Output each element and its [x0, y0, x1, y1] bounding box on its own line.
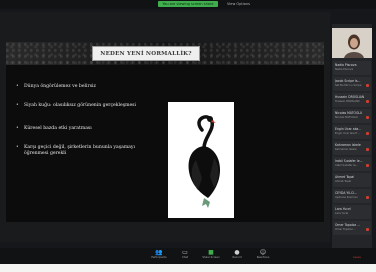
participant-name: CEYDA YILCI... — [335, 191, 357, 195]
participant-row[interactable]: Hussein DROSLIAN Hussein DROSLIAN — [333, 93, 371, 107]
share-screen-label: Share Screen — [202, 256, 220, 259]
leave-label: Leave — [353, 256, 361, 259]
muted-mic-icon — [366, 164, 369, 167]
participant-row[interactable]: Engin Ucar aka... Engin Ucar aka E... — [333, 125, 371, 139]
muted-mic-icon — [366, 148, 369, 151]
chat-label: Chat — [181, 256, 189, 259]
muted-mic-icon — [366, 196, 369, 199]
participant-sub: Omer Topaloz ... — [335, 228, 356, 231]
participant-row[interactable]: Kahraman Iskele Kahraman Iskele — [333, 141, 371, 155]
participants-label: Participants — [151, 256, 167, 259]
bullet-text: Karşı geçici değil, şirketlerin bununla … — [24, 145, 135, 156]
slide-bullet: • Dünya öngörülemez ve belirsiz — [16, 84, 156, 90]
participant-sub: Set Bu Mic Lo Scripe — [335, 84, 362, 87]
participant-sub: Ahmet Topal — [335, 180, 352, 183]
muted-mic-icon — [366, 84, 369, 87]
participant-name: Hussein DROSLIAN — [335, 95, 365, 99]
bullet-text: Dünya öngörülemez ve belirsiz — [24, 84, 96, 89]
leave-button[interactable]: Leave — [346, 249, 368, 263]
participant-name: Jacob Scripe Is... — [335, 79, 361, 83]
chat-button[interactable]: ▭ Chat — [174, 249, 196, 263]
participant-name: Nicolas MATOGLU — [335, 111, 363, 115]
participant-row[interactable]: CEYDA YILCI... Ayshane Kosmosi — [333, 189, 371, 203]
bullet-text: Küresel bazda etki yaratması — [24, 126, 92, 131]
slide-bullet: • Siyah kuğu: olasılıksız görünenin gerç… — [16, 103, 156, 109]
view-options-button[interactable]: View Options — [227, 1, 250, 7]
reactions-label: Reactions — [256, 256, 270, 259]
participant-row[interactable]: Nicolas MATOGLU Nicolas MATOGLU — [333, 109, 371, 123]
slide-title: NEDEN YENİ NORMALLİK? — [100, 50, 192, 57]
record-label: Record — [232, 256, 242, 259]
slide-title-box: NEDEN YENİ NORMALLİK? — [92, 46, 200, 61]
record-button[interactable]: ● Record — [226, 249, 248, 263]
participant-row[interactable]: Nadia Piscova Nadia Piscova — [333, 61, 371, 75]
participant-name: Lara Yucel — [335, 207, 351, 211]
muted-mic-icon — [366, 228, 369, 231]
screen-share-notice: You are viewing screen share — [158, 1, 218, 7]
participant-name: Nadia Piscova — [335, 63, 357, 67]
participant-sub: Kahraman Iskele — [335, 148, 357, 151]
participant-video-tile[interactable] — [332, 28, 372, 58]
participant-sub: Hussein DROSLIAN — [335, 100, 360, 103]
participant-name: Omer Topaloz ... — [335, 223, 361, 227]
bullet-text: Siyah kuğu: olasılıksız görünenin gerçek… — [24, 103, 137, 108]
monitor-screen: You are viewing screen share View Option… — [0, 0, 376, 264]
bullet-dot-icon: • — [16, 145, 19, 150]
meeting-toolbar: 👥 Participants ▭ Chat ■ Share Screen ● R… — [0, 248, 376, 264]
participant-sub: Nadia Piscova — [335, 68, 354, 71]
black-swan-image — [168, 102, 234, 218]
record-icon: ● — [234, 249, 240, 256]
participants-button[interactable]: 👥 Participants — [148, 249, 170, 263]
participant-sub: Irabil Sudafer Ie... — [335, 164, 359, 167]
bullet-dot-icon: • — [16, 84, 19, 89]
leave-icon — [346, 249, 368, 256]
black-swan-drawing — [188, 115, 220, 208]
muted-mic-icon — [366, 132, 369, 135]
share-screen-button[interactable]: ■ Share Screen — [200, 249, 222, 263]
presentation-slide: NEDEN YENİ NORMALLİK? • Dünya öngörüleme… — [6, 42, 324, 222]
muted-mic-icon — [366, 100, 369, 103]
monitor-bezel — [0, 264, 376, 272]
participant-sub: Ayshane Kosmosi — [335, 196, 358, 199]
slide-bullet: • Karşı geçici değil, şirketlerin bununl… — [16, 145, 156, 157]
participant-name: Irabil Sudafer Ie... — [335, 159, 363, 163]
bullet-dot-icon: • — [16, 103, 19, 108]
reactions-icon: ☺ — [259, 249, 267, 256]
participant-row[interactable]: Omer Topaloz ... Omer Topaloz ... — [333, 221, 371, 235]
participant-row[interactable]: Jacob Scripe Is... Set Bu Mic Lo Scripe — [333, 77, 371, 91]
bullet-dot-icon: • — [16, 126, 19, 131]
participant-row[interactable]: Irabil Sudafer Ie... Irabil Sudafer Ie..… — [333, 157, 371, 171]
participant-row[interactable]: Ahmet Topal Ahmet Topal — [333, 173, 371, 187]
participant-sub: Lara Yucel — [335, 212, 349, 215]
participants-icon: 👥 — [155, 249, 163, 256]
share-screen-icon: ■ — [208, 249, 214, 256]
participant-avatar — [332, 28, 372, 58]
slide-title-band: NEDEN YENİ NORMALLİK? — [6, 42, 324, 65]
participant-name: Ahmet Topal — [335, 175, 355, 179]
reactions-button[interactable]: ☺ Reactions — [252, 249, 274, 263]
participant-row[interactable]: Lara Yucel Lara Yucel — [333, 205, 371, 219]
shared-screen-area: NEDEN YENİ NORMALLİK? • Dünya öngörüleme… — [0, 12, 330, 242]
top-bar: You are viewing screen share View Option… — [0, 0, 376, 9]
participant-name: Engin Ucar aka... — [335, 127, 362, 131]
participant-name: Kahraman Iskele — [335, 143, 361, 147]
muted-mic-icon — [366, 116, 369, 119]
participant-sub: Engin Ucar aka E... — [335, 132, 360, 135]
slide-bullet: • Küresel bazda etki yaratması — [16, 126, 156, 132]
chat-icon: ▭ — [182, 249, 188, 256]
participant-sub: Nicolas MATOGLU — [335, 116, 358, 119]
